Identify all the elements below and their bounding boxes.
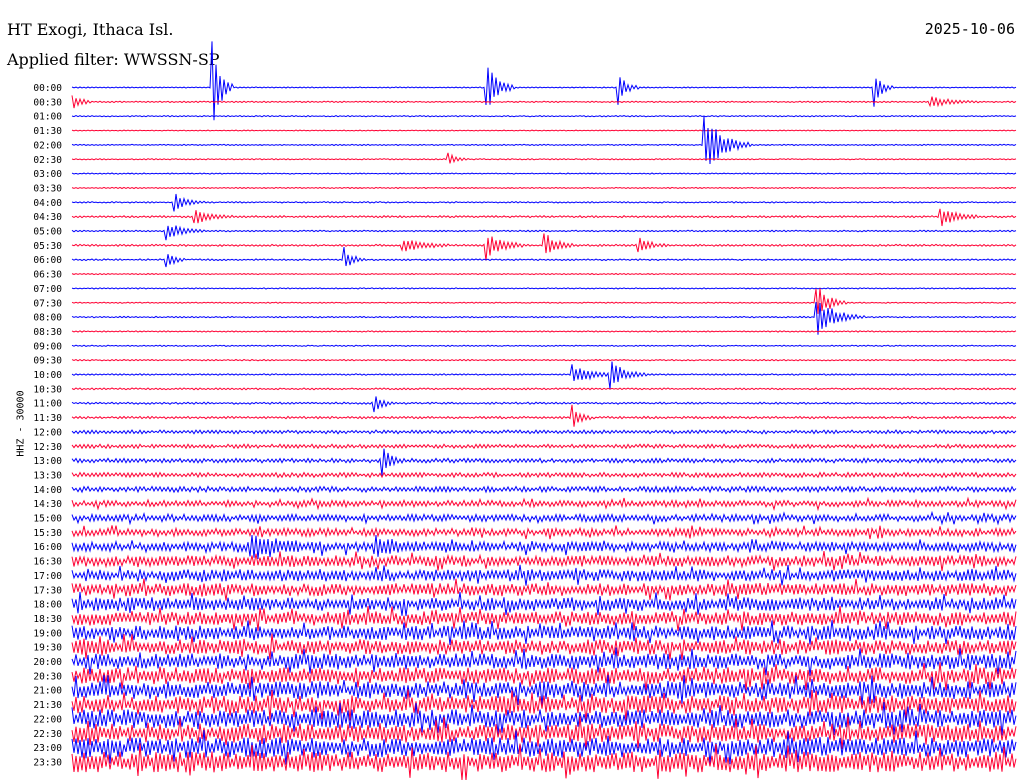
trace-row-0730 [71,288,1017,314]
trace-row-1430 [71,496,1017,512]
trace-row-0800 [71,301,1017,335]
row-label-1000: 10:00 [33,370,62,381]
trace-row-0330 [71,186,1017,190]
row-label-0830: 08:30 [33,327,62,338]
row-label-0230: 02:30 [33,155,62,166]
trace-row-1530 [71,525,1017,540]
row-label-0800: 08:00 [33,313,62,324]
row-label-0130: 01:30 [33,126,62,137]
row-label-1630: 16:30 [33,557,62,568]
seismogram-plot: 00:00 00:30 01:00 01:30 02:00 02:30 03:00 03:30… [33,41,1017,780]
row-label-2200: 22:00 [33,714,62,725]
trace-row-0530 [71,233,1017,261]
trace-row-1600 [71,535,1017,559]
row-label-1300: 13:00 [33,456,62,467]
trace-row-0930 [71,358,1017,362]
trace-row-0130 [71,129,1017,132]
row-label-2130: 21:30 [33,700,62,711]
row-label-1530: 15:30 [33,528,62,539]
trace-row-1200 [71,429,1017,435]
row-label-0600: 06:00 [33,255,62,266]
trace-row-1000 [71,361,1017,390]
row-label-0900: 09:00 [33,341,62,352]
trace-row-0630 [71,272,1017,276]
row-label-1430: 14:30 [33,499,62,510]
trace-row-1700 [71,564,1017,586]
row-label-0730: 07:30 [33,298,62,309]
row-label-0330: 03:30 [33,183,62,194]
row-label-0000: 00:00 [33,83,62,94]
trace-row-1630 [71,551,1017,572]
row-label-2330: 23:30 [33,757,62,768]
row-label-1600: 16:00 [33,542,62,553]
row-label-1200: 12:00 [33,427,62,438]
trace-row-0230 [71,152,1017,164]
row-label-0200: 02:00 [33,140,62,151]
row-label-1100: 11:00 [33,399,62,410]
row-label-1400: 14:00 [33,485,62,496]
trace-row-1730 [71,578,1017,601]
row-label-0630: 06:30 [33,270,62,281]
row-label-0030: 00:30 [33,97,62,108]
row-label-0530: 05:30 [33,241,62,252]
trace-row-0300 [71,172,1017,175]
row-label-1830: 18:30 [33,614,62,625]
trace-row-1030 [71,387,1017,391]
row-label-1330: 13:30 [33,470,62,481]
trace-row-0830 [71,330,1017,333]
row-label-2030: 20:30 [33,671,62,682]
trace-row-1500 [71,510,1017,526]
trace-row-1330 [71,471,1017,479]
row-label-1930: 19:30 [33,643,62,654]
trace-row-1230 [71,443,1017,450]
row-label-1230: 12:30 [33,442,62,453]
row-label-1900: 19:00 [33,628,62,639]
trace-row-1130 [71,404,1017,427]
row-label-0700: 07:00 [33,284,62,295]
row-label-2100: 21:00 [33,686,62,697]
trace-row-1100 [71,396,1017,413]
trace-row-1400 [71,485,1017,494]
row-label-0100: 01:00 [33,112,62,123]
trace-row-0430 [71,208,1017,227]
row-label-1700: 17:00 [33,571,62,582]
trace-row-0200 [71,116,1017,165]
row-label-1730: 17:30 [33,585,62,596]
row-label-0430: 04:30 [33,212,62,223]
row-label-2300: 23:00 [33,743,62,754]
row-label-1130: 11:30 [33,413,62,424]
trace-row-0400 [71,193,1017,212]
trace-row-0900 [71,344,1017,347]
row-label-2000: 20:00 [33,657,62,668]
trace-row-0600 [71,247,1017,268]
row-label-2230: 22:30 [33,729,62,740]
row-label-0500: 05:00 [33,227,62,238]
row-label-0930: 09:30 [33,356,62,367]
row-label-1500: 15:00 [33,514,62,525]
row-label-1800: 18:00 [33,600,62,611]
row-label-0400: 04:00 [33,198,62,209]
trace-row-0000 [71,41,1017,121]
trace-row-0700 [71,287,1017,290]
trace-row-1300 [71,448,1017,476]
row-label-0300: 03:00 [33,169,62,180]
row-label-1030: 10:30 [33,384,62,395]
